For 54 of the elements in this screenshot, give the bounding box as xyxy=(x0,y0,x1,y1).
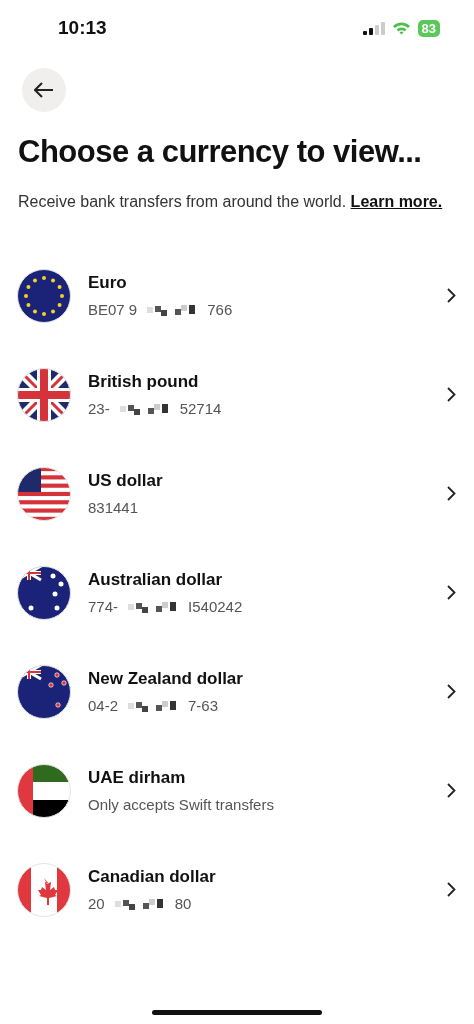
redaction-mark xyxy=(128,699,179,712)
flag-icon xyxy=(17,268,71,323)
subtitle-text: Receive bank transfers from around the world. Learn more. xyxy=(18,192,444,212)
chevron-icon xyxy=(447,684,456,699)
redaction-mark xyxy=(147,303,198,316)
back-arrow-icon xyxy=(34,82,54,98)
battery-level: 83 xyxy=(417,19,440,37)
account-detail: 04-2 xyxy=(88,697,119,714)
currency-name: Canadian dollar xyxy=(88,867,217,887)
chevron-icon xyxy=(447,486,456,501)
account-detail: 20 xyxy=(88,895,105,912)
currency-row[interactable]: Australian dollar 774- I540242 xyxy=(0,543,474,642)
flag-icon xyxy=(17,565,71,620)
chevron-icon xyxy=(447,288,456,303)
account-detail: BE07 9 xyxy=(88,301,138,318)
currency-row[interactable]: Canadian dollar 20 80 xyxy=(0,840,474,939)
wifi-icon xyxy=(391,21,411,35)
currency-row[interactable]: US dollar 831441 xyxy=(0,444,474,543)
currency-name: UAE dirham xyxy=(88,768,187,788)
currency-name: US dollar xyxy=(88,471,164,491)
account-detail: 774- xyxy=(88,598,119,615)
account-detail: Only accepts Swift transfers xyxy=(88,796,274,813)
currency-row[interactable]: UAE dirham Only accepts Swift transfers xyxy=(0,741,474,840)
back-button[interactable] xyxy=(22,68,66,112)
status-time: 10:13 xyxy=(58,17,107,39)
redaction-mark xyxy=(119,402,170,415)
chevron-icon xyxy=(447,882,456,897)
currency-name: Australian dollar xyxy=(88,570,224,590)
account-detail: 52714 xyxy=(179,400,222,417)
account-detail: 766 xyxy=(207,301,233,318)
flag-icon xyxy=(17,862,71,917)
flag-icon xyxy=(17,763,71,818)
currency-row[interactable]: British pound 23- 52714 xyxy=(0,345,474,444)
currency-name: Euro xyxy=(88,273,128,293)
flag-icon xyxy=(17,664,71,719)
account-detail: 80 xyxy=(174,895,192,912)
signal-icon xyxy=(362,21,385,35)
account-detail: I540242 xyxy=(188,598,243,615)
flag-icon xyxy=(17,466,71,521)
redaction-mark xyxy=(128,600,179,613)
flag-icon xyxy=(17,367,71,422)
redaction-mark xyxy=(114,897,165,910)
currency-name: New Zealand dollar xyxy=(88,669,244,689)
page-title: Choose a currency to view... xyxy=(18,134,423,170)
chevron-icon xyxy=(447,585,456,600)
learn-more-link[interactable]: Learn more. xyxy=(350,193,443,210)
currency-name: British pound xyxy=(88,372,200,392)
account-detail: 831441 xyxy=(88,499,139,516)
currency-row[interactable]: Euro BE07 9 766 xyxy=(0,246,474,345)
chevron-icon xyxy=(447,783,456,798)
currency-row[interactable]: New Zealand dollar 04-2 7-63 xyxy=(0,642,474,741)
account-detail: 23- xyxy=(88,400,110,417)
account-detail: 7-63 xyxy=(188,697,219,714)
chevron-icon xyxy=(447,387,456,402)
